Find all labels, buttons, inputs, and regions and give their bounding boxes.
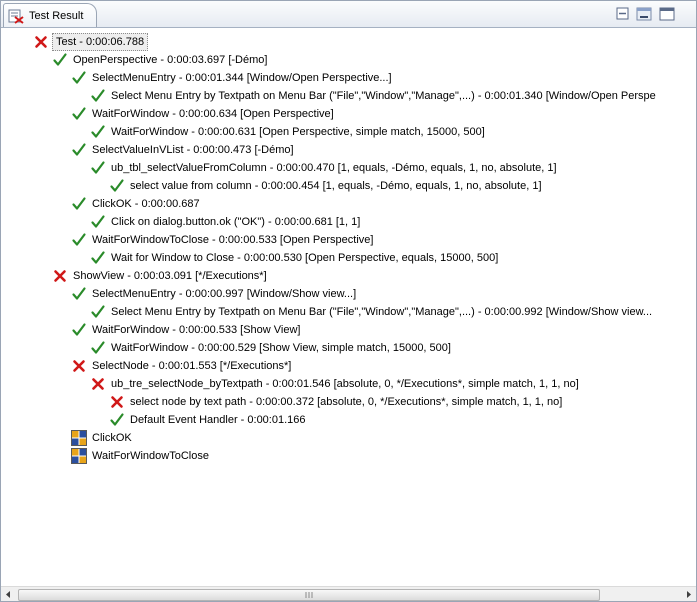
check-icon xyxy=(72,233,86,246)
tree-node-label: ub_tre_selectNode_byTextpath - 0:00:01.5… xyxy=(111,378,579,390)
check-icon xyxy=(110,413,124,426)
tree-node-label: WaitForWindowToClose - 0:00:00.533 [Open… xyxy=(92,234,374,246)
scrollbar-thumb[interactable] xyxy=(18,589,600,601)
grid-icon xyxy=(71,430,87,446)
tree-node[interactable]: ClickOK xyxy=(71,429,134,447)
tree-node-label: ClickOK - 0:00:00.687 xyxy=(92,198,200,210)
tree-node-label: select value from column - 0:00:00.454 [… xyxy=(130,180,542,192)
maximize-icon[interactable] xyxy=(659,7,675,21)
scrollbar-grip-icon xyxy=(305,592,313,598)
tree-node[interactable]: Click on dialog.button.ok ("OK") - 0:00:… xyxy=(90,213,362,231)
tree-node-label: WaitForWindow - 0:00:00.529 [Show View, … xyxy=(111,342,451,354)
tree-node-label: ub_tbl_selectValueFromColumn - 0:00:00.4… xyxy=(111,162,557,174)
tree-node[interactable]: select node by text path - 0:00:00.372 [… xyxy=(109,393,564,411)
tree-node[interactable]: SelectMenuEntry - 0:00:01.344 [Window/Op… xyxy=(71,69,394,87)
scroll-right-arrow-icon[interactable] xyxy=(681,587,696,602)
horizontal-scrollbar[interactable] xyxy=(1,586,696,602)
tree-node-label: SelectValueInVList - 0:00:00.473 [-Démo] xyxy=(92,144,294,156)
tree-node[interactable]: OpenPerspective - 0:00:03.697 [-Démo] xyxy=(52,51,269,69)
tree-node-label: SelectNode - 0:00:01.553 [*/Executions*] xyxy=(92,360,292,372)
tree-node-label: SelectMenuEntry - 0:00:00.997 [Window/Sh… xyxy=(92,288,357,300)
check-icon xyxy=(91,305,105,318)
view-tab-strip: Test Result xyxy=(1,1,696,28)
tree-node[interactable]: ub_tre_selectNode_byTextpath - 0:00:01.5… xyxy=(90,375,581,393)
check-icon xyxy=(72,323,86,336)
test-result-view: Test Result Test - 0:00:06.788 OpenPerspe… xyxy=(0,0,697,602)
tree-node-label: OpenPerspective - 0:00:03.697 [-Démo] xyxy=(73,54,268,66)
check-icon xyxy=(91,89,105,102)
check-icon xyxy=(91,125,105,138)
tree-node[interactable]: Wait for Window to Close - 0:00:00.530 [… xyxy=(90,249,500,267)
minimize-icon[interactable] xyxy=(636,7,652,21)
tree-node-label: SelectMenuEntry - 0:00:01.344 [Window/Op… xyxy=(92,72,392,84)
cross-icon xyxy=(92,378,104,390)
check-icon xyxy=(91,215,105,228)
view-title: Test Result xyxy=(29,9,84,22)
tree-node-label: WaitForWindow - 0:00:00.631 [Open Perspe… xyxy=(111,126,485,138)
test-result-tab[interactable]: Test Result xyxy=(3,3,97,27)
tree-node[interactable]: Test - 0:00:06.788 xyxy=(33,33,149,51)
check-icon xyxy=(72,287,86,300)
test-result-view-icon xyxy=(8,9,24,24)
tree-node[interactable]: Select Menu Entry by Textpath on Menu Ba… xyxy=(90,303,654,321)
tree-node-label: Test - 0:00:06.788 xyxy=(52,33,149,51)
check-icon xyxy=(72,197,86,210)
cross-icon xyxy=(111,396,123,408)
check-icon xyxy=(72,107,86,120)
tree-node[interactable]: ClickOK - 0:00:00.687 xyxy=(71,195,202,213)
tree-node-label: ShowView - 0:00:03.091 [*/Executions*] xyxy=(73,270,267,282)
tree-node[interactable]: WaitForWindow - 0:00:00.631 [Open Perspe… xyxy=(90,123,487,141)
tree-node[interactable]: Select Menu Entry by Textpath on Menu Ba… xyxy=(90,87,658,105)
tree-node[interactable]: SelectMenuEntry - 0:00:00.997 [Window/Sh… xyxy=(71,285,358,303)
tree-node[interactable]: WaitForWindow - 0:00:00.634 [Open Perspe… xyxy=(71,105,336,123)
tree-node[interactable]: ShowView - 0:00:03.091 [*/Executions*] xyxy=(52,267,269,285)
tree-node-label: WaitForWindowToClose xyxy=(92,450,209,462)
check-icon xyxy=(91,251,105,264)
tree-node-label: Click on dialog.button.ok ("OK") - 0:00:… xyxy=(111,216,361,228)
tree-node-label: WaitForWindow - 0:00:00.533 [Show View] xyxy=(92,324,301,336)
tree-node-label: select node by text path - 0:00:00.372 [… xyxy=(130,396,563,408)
tree-node[interactable]: ub_tbl_selectValueFromColumn - 0:00:00.4… xyxy=(90,159,559,177)
tree-node[interactable]: WaitForWindowToClose - 0:00:00.533 [Open… xyxy=(71,231,375,249)
tree-node[interactable]: WaitForWindowToClose xyxy=(71,447,211,465)
tree-node-label: Select Menu Entry by Textpath on Menu Ba… xyxy=(111,306,653,318)
tree-node[interactable]: select value from column - 0:00:00.454 [… xyxy=(109,177,544,195)
check-icon xyxy=(91,341,105,354)
scroll-left-arrow-icon[interactable] xyxy=(1,587,16,602)
check-icon xyxy=(72,143,86,156)
tree-node[interactable]: Default Event Handler - 0:00:01.166 xyxy=(109,411,308,429)
tree-node-label: Default Event Handler - 0:00:01.166 xyxy=(130,414,306,426)
check-icon xyxy=(91,161,105,174)
test-result-tree[interactable]: Test - 0:00:06.788 OpenPerspective - 0:00… xyxy=(1,28,696,586)
cross-icon xyxy=(54,270,66,282)
tree-node-label: Select Menu Entry by Textpath on Menu Ba… xyxy=(111,90,656,102)
tree-node-label: WaitForWindow - 0:00:00.634 [Open Perspe… xyxy=(92,108,334,120)
tree-node-label: Wait for Window to Close - 0:00:00.530 [… xyxy=(111,252,499,264)
tree-node-label: ClickOK xyxy=(92,432,132,444)
tree-node[interactable]: WaitForWindow - 0:00:00.529 [Show View, … xyxy=(90,339,453,357)
check-icon xyxy=(53,53,67,66)
check-icon xyxy=(72,71,86,84)
cross-icon xyxy=(73,360,85,372)
grid-icon xyxy=(71,448,87,464)
tree-node[interactable]: WaitForWindow - 0:00:00.533 [Show View] xyxy=(71,321,302,339)
check-icon xyxy=(110,179,124,192)
tree-node[interactable]: SelectNode - 0:00:01.553 [*/Executions*] xyxy=(71,357,293,375)
cross-icon xyxy=(35,36,47,48)
tree-node[interactable]: SelectValueInVList - 0:00:00.473 [-Démo] xyxy=(71,141,296,159)
collapse-all-icon[interactable] xyxy=(615,7,631,21)
